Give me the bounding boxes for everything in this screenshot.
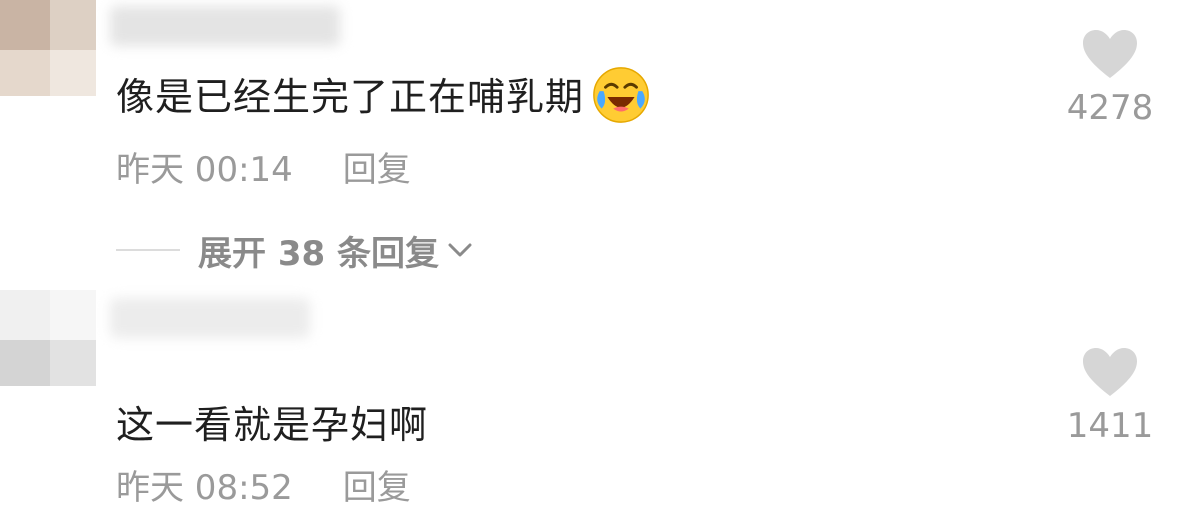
like-count: 1411 [1066,406,1154,446]
heart-icon[interactable] [1081,346,1139,398]
comment-meta: 昨天 08:52 回复 [116,460,411,509]
comment-text: 这一看就是孕妇啊 [116,394,428,449]
like-button[interactable]: 4278 [1060,28,1160,128]
laughing-crying-emoji-icon [593,66,649,123]
heart-icon[interactable] [1081,28,1139,80]
comment-meta: 昨天 00:14 回复 [116,142,411,191]
like-button[interactable]: 1411 [1060,346,1160,446]
reply-button[interactable]: 回复 [343,150,411,190]
like-count: 4278 [1066,88,1154,128]
expand-replies-button[interactable]: 展开 38 条回复 [116,230,475,274]
expand-replies-label[interactable]: 展开 38 条回复 [198,226,439,275]
comment-text: 像是已经生完了正在哺乳期 [116,66,652,126]
divider-line [116,249,180,251]
chevron-down-icon[interactable] [445,235,475,265]
comment-time: 昨天 00:14 [116,150,293,190]
username-blurred[interactable] [110,6,340,46]
username-blurred[interactable] [110,298,310,338]
comment-time: 昨天 08:52 [116,468,293,508]
comment-text-content: 像是已经生完了正在哺乳期 [116,75,585,119]
comment-text-content: 这一看就是孕妇啊 [116,403,429,447]
reply-button[interactable]: 回复 [343,468,411,508]
avatar[interactable] [0,0,96,96]
avatar[interactable] [0,290,96,386]
